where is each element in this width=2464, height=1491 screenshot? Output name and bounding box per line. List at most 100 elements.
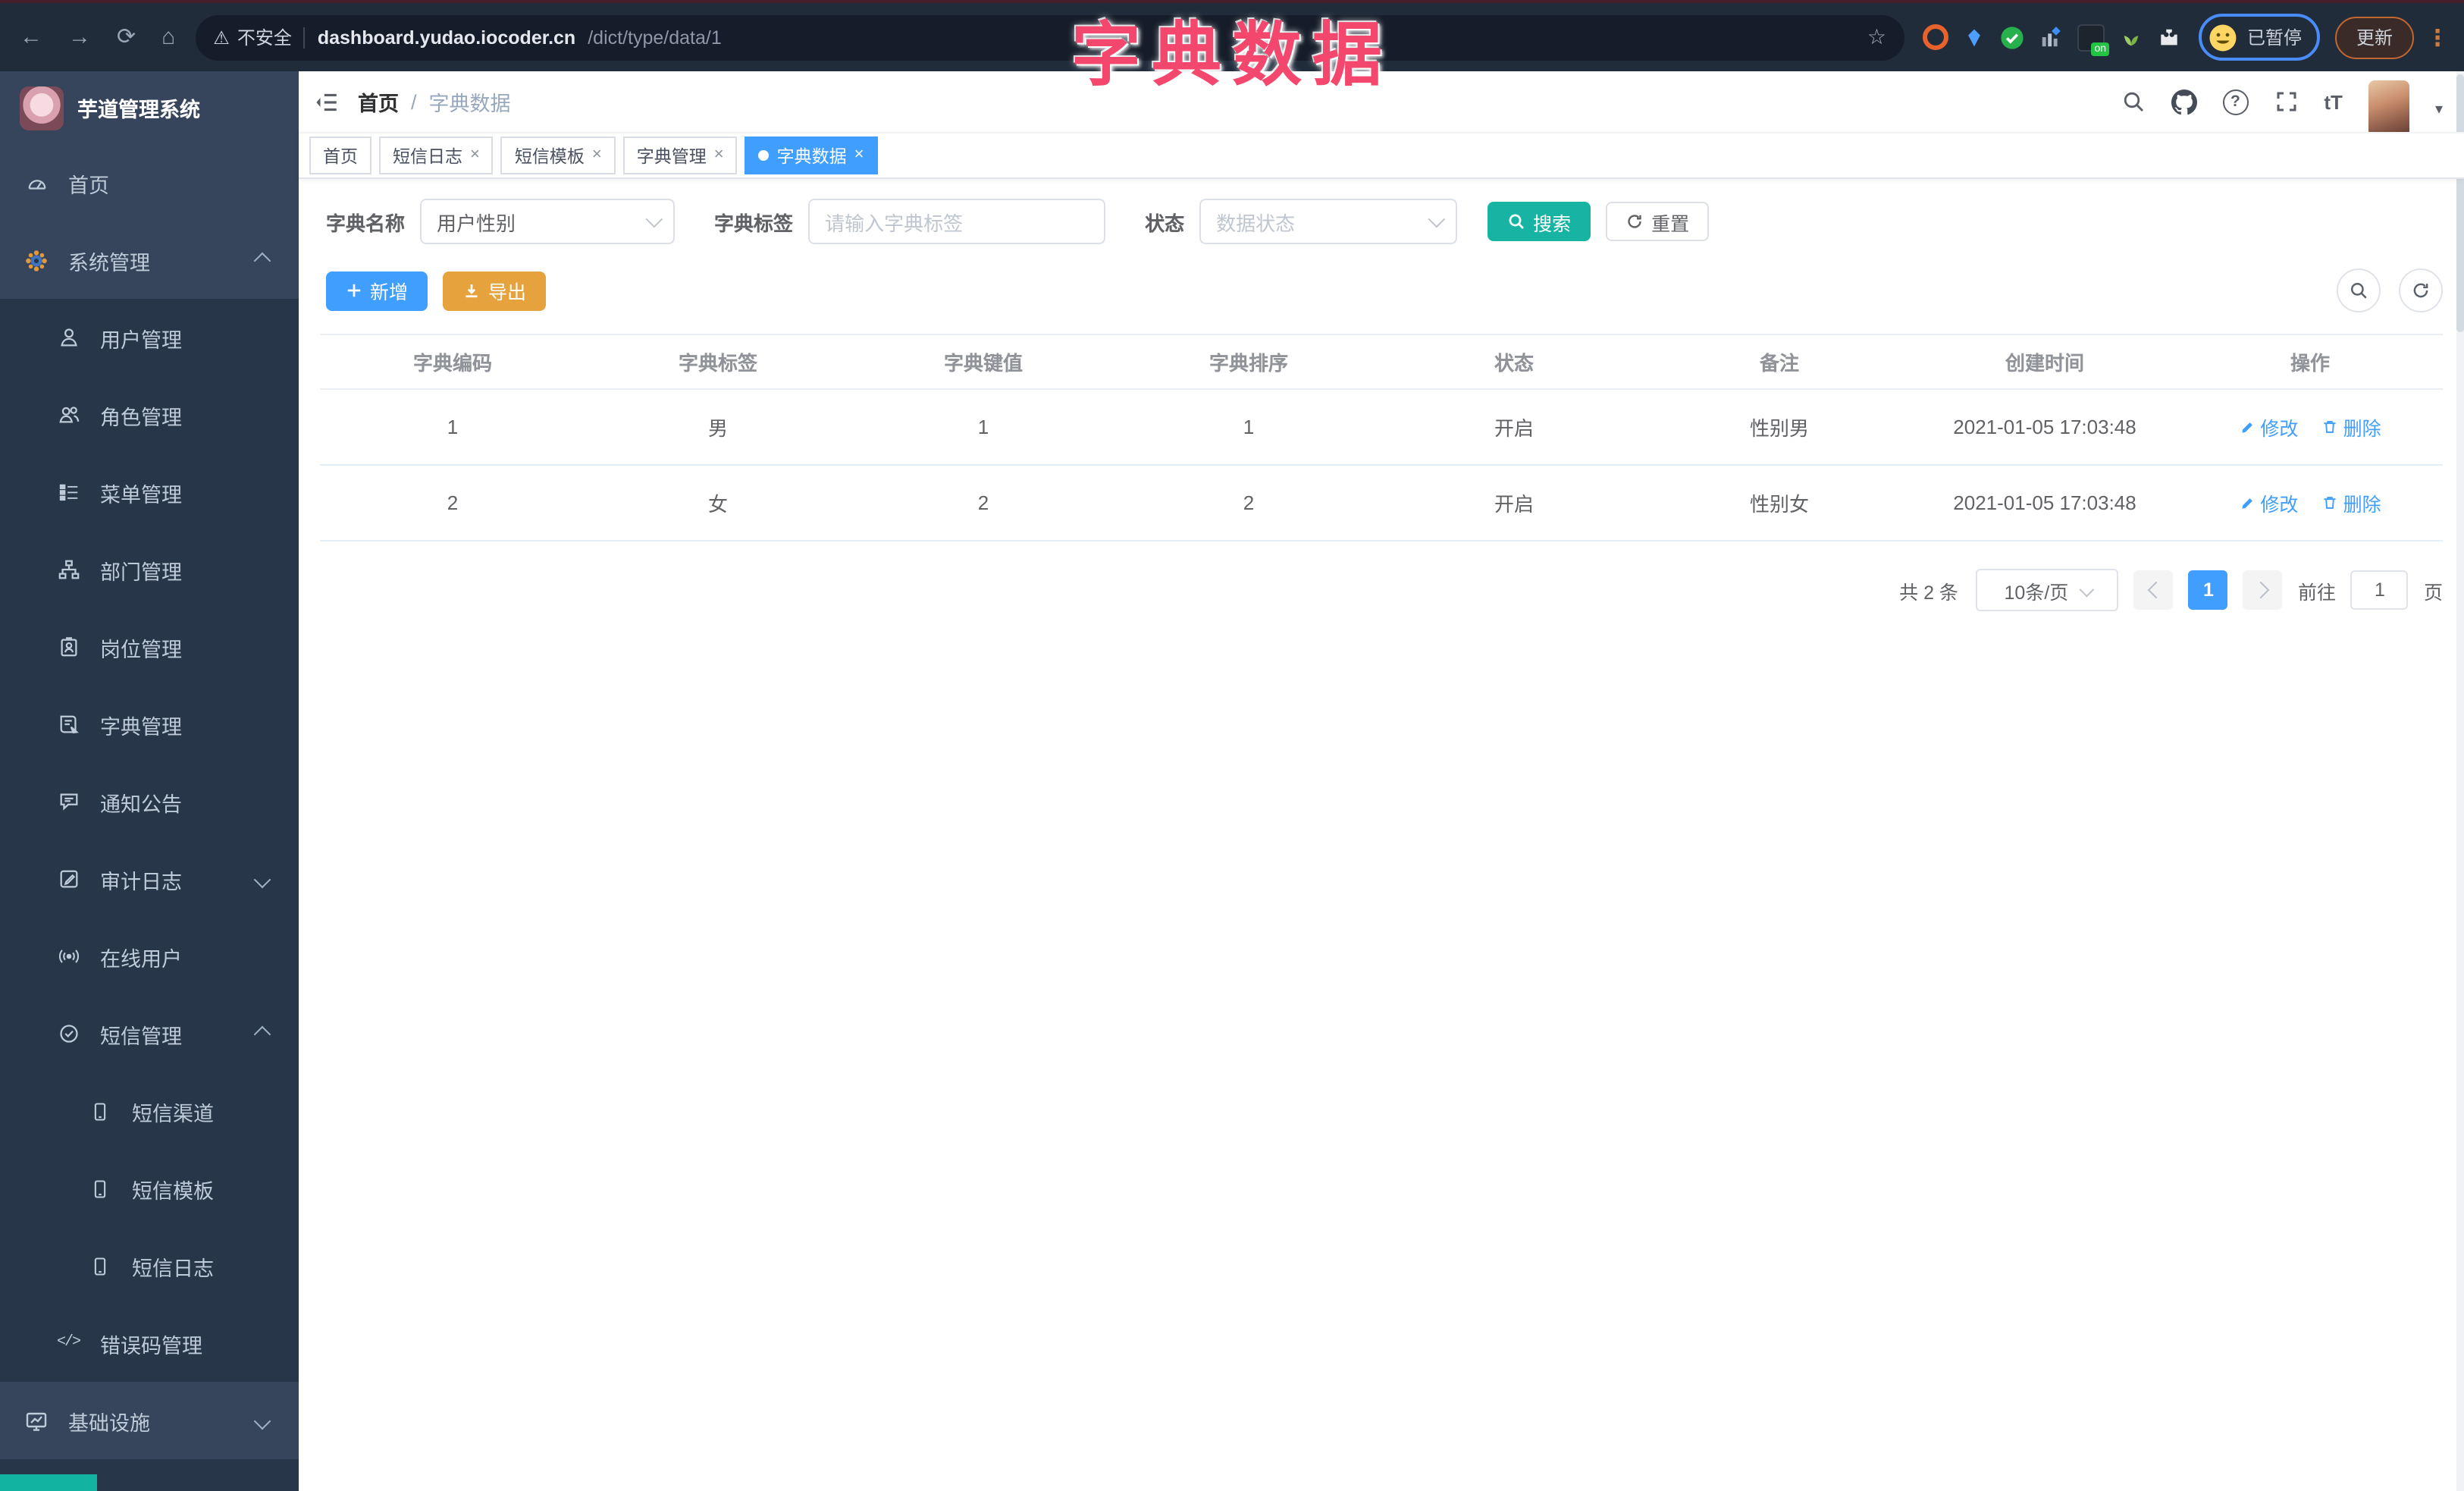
refresh-button[interactable] [2399, 268, 2443, 312]
tag-dict-manage[interactable]: 字典管理 × [622, 137, 738, 174]
logo[interactable]: 芋道管理系统 [0, 71, 299, 144]
dict-name-select[interactable]: 用户性别 [420, 199, 676, 244]
search-button[interactable]: 搜索 [1487, 202, 1591, 241]
chevron-up-icon [253, 1025, 271, 1043]
edit-link[interactable]: 修改 [2239, 488, 2298, 517]
forward-icon[interactable]: → [68, 26, 91, 49]
avatar[interactable] [2368, 80, 2409, 136]
pagination: 共 2 条 10条/页 1 前往 页 [320, 569, 2443, 611]
sidebar-item-online-users[interactable]: 在线用户 [0, 918, 299, 995]
url-path: /dict/type/data/1 [588, 27, 722, 48]
close-icon[interactable]: × [470, 146, 480, 164]
help-icon[interactable]: ? [2222, 89, 2249, 115]
add-button[interactable]: 新增 [326, 271, 428, 310]
tag-sms-log[interactable]: 短信日志 × [379, 137, 494, 174]
tag-home[interactable]: 首页 [309, 137, 371, 174]
breadcrumb-current: 字典数据 [428, 93, 511, 115]
chevron-down-icon [253, 1411, 271, 1430]
bookmark-star-icon[interactable]: ☆ [1867, 24, 1886, 50]
page-scrollbar[interactable] [2456, 71, 2464, 1491]
main-area: 首页 / 字典数据 ? tT ▾ 首页 短信日志 × 短信模板 × 字典管理 ×… [299, 71, 2464, 1491]
sidebar-item-notice[interactable]: 通知公告 [0, 763, 299, 840]
dict-data-table: 字典编码 字典标签 字典键值 字典排序 状态 备注 创建时间 操作 1 男 1 … [320, 334, 2443, 541]
col-create-time: 创建时间 [1912, 334, 2177, 390]
dashboard-icon [24, 171, 49, 195]
close-icon[interactable]: × [854, 146, 864, 164]
url-host: dashboard.yudao.iocoder.cn [317, 27, 576, 48]
breadcrumb-separator: / [411, 90, 417, 113]
page-size-select[interactable]: 10条/页 [1976, 569, 2119, 611]
extension-orange-icon[interactable] [1923, 24, 1949, 50]
edit-icon [2241, 422, 2252, 433]
sidebar-item-sms[interactable]: 短信管理 [0, 995, 299, 1072]
close-icon[interactable]: × [592, 146, 602, 164]
sidebar-item-sms-log[interactable]: 短信日志 [0, 1227, 299, 1304]
dict-label-input[interactable]: 请输入字典标签 [808, 199, 1106, 244]
total-count: 共 2 条 [1899, 582, 1958, 603]
profile-paused-badge[interactable]: 已暂停 [2199, 14, 2320, 61]
sidebar-item-sms-channel[interactable]: 短信渠道 [0, 1072, 299, 1150]
users-icon [56, 403, 80, 427]
tags-view: 首页 短信日志 × 短信模板 × 字典管理 × 字典数据 × [299, 132, 2464, 179]
download-icon [466, 284, 478, 297]
delete-link[interactable]: 删除 [2322, 413, 2381, 441]
extension-gem-icon[interactable] [1964, 27, 1985, 48]
col-dict-value: 字典键值 [851, 334, 1116, 390]
prev-page-button[interactable] [2133, 570, 2174, 610]
status-select[interactable]: 数据状态 [1199, 199, 1458, 244]
sidebar-item-users[interactable]: 用户管理 [0, 299, 299, 376]
user-icon [56, 325, 80, 350]
github-icon[interactable] [2171, 89, 2197, 115]
extension-on-icon[interactable]: on [2077, 24, 2110, 55]
sidebar-item-dict[interactable]: 字典管理 [0, 686, 299, 763]
dict-name-label: 字典名称 [326, 212, 406, 234]
breadcrumb-home[interactable]: 首页 [358, 86, 399, 117]
sidebar-item-audit-log[interactable]: 审计日志 [0, 840, 299, 918]
sidebar-item-sms-template[interactable]: 短信模板 [0, 1150, 299, 1227]
search-icon[interactable] [2121, 89, 2145, 114]
address-bar[interactable]: ⚠ 不安全 dashboard.yudao.iocoder.cn /dict/t… [195, 14, 1905, 60]
table-tools [2337, 268, 2443, 312]
browser-update-button[interactable]: 更新 [2335, 16, 2414, 58]
back-icon[interactable]: ← [20, 26, 42, 49]
toggle-search-button[interactable] [2337, 268, 2381, 312]
id-badge-icon [56, 635, 80, 659]
page-number-active[interactable]: 1 [2188, 570, 2228, 610]
sidebar-item-roles[interactable]: 角色管理 [0, 376, 299, 454]
edit-link[interactable]: 修改 [2239, 413, 2298, 441]
sidebar-item-home[interactable]: 首页 [0, 144, 299, 221]
home-icon[interactable]: ⌂ [161, 26, 175, 49]
delete-link[interactable]: 删除 [2322, 488, 2381, 517]
puzzle-extensions-icon[interactable] [2158, 26, 2180, 49]
code-icon: </> [56, 1335, 81, 1351]
divider [303, 27, 306, 48]
refresh-icon [2413, 283, 2428, 298]
sidebar-item-error-code[interactable]: </> 错误码管理 [0, 1304, 299, 1382]
goto-page-input[interactable] [2350, 570, 2409, 610]
extension-check-icon[interactable] [2000, 25, 2024, 49]
sidebar-item-menus[interactable]: 菜单管理 [0, 454, 299, 531]
reset-button[interactable]: 重置 [1606, 202, 1710, 241]
sidebar-toggle-icon[interactable] [314, 89, 340, 115]
monitor-icon [24, 1408, 49, 1433]
close-icon[interactable]: × [714, 146, 724, 164]
reload-icon[interactable]: ⟳ [117, 26, 136, 49]
extension-sprout-icon[interactable] [2120, 26, 2143, 49]
browser-menu-icon[interactable]: ⋮ [2426, 24, 2449, 51]
sidebar-item-posts[interactable]: 岗位管理 [0, 608, 299, 686]
security-warning[interactable]: ⚠ 不安全 [213, 24, 292, 50]
page-unit-label: 页 [2423, 582, 2443, 603]
next-page-button[interactable] [2243, 570, 2283, 610]
font-size-icon[interactable]: tT [2324, 90, 2343, 113]
export-button[interactable]: 导出 [443, 271, 547, 310]
gear-icon [24, 248, 49, 272]
scrollbar-thumb[interactable] [2456, 74, 2464, 332]
caret-down-icon[interactable]: ▾ [2435, 101, 2443, 118]
tag-dict-data[interactable]: 字典数据 × [745, 137, 878, 174]
tag-sms-template[interactable]: 短信模板 × [500, 137, 616, 174]
sidebar-item-infra[interactable]: 基础设施 [0, 1382, 299, 1459]
sidebar-item-system[interactable]: 系统管理 [0, 221, 299, 299]
fullscreen-icon[interactable] [2274, 89, 2298, 114]
extension-stats-icon[interactable] [2039, 26, 2062, 49]
sidebar-item-departments[interactable]: 部门管理 [0, 531, 299, 608]
